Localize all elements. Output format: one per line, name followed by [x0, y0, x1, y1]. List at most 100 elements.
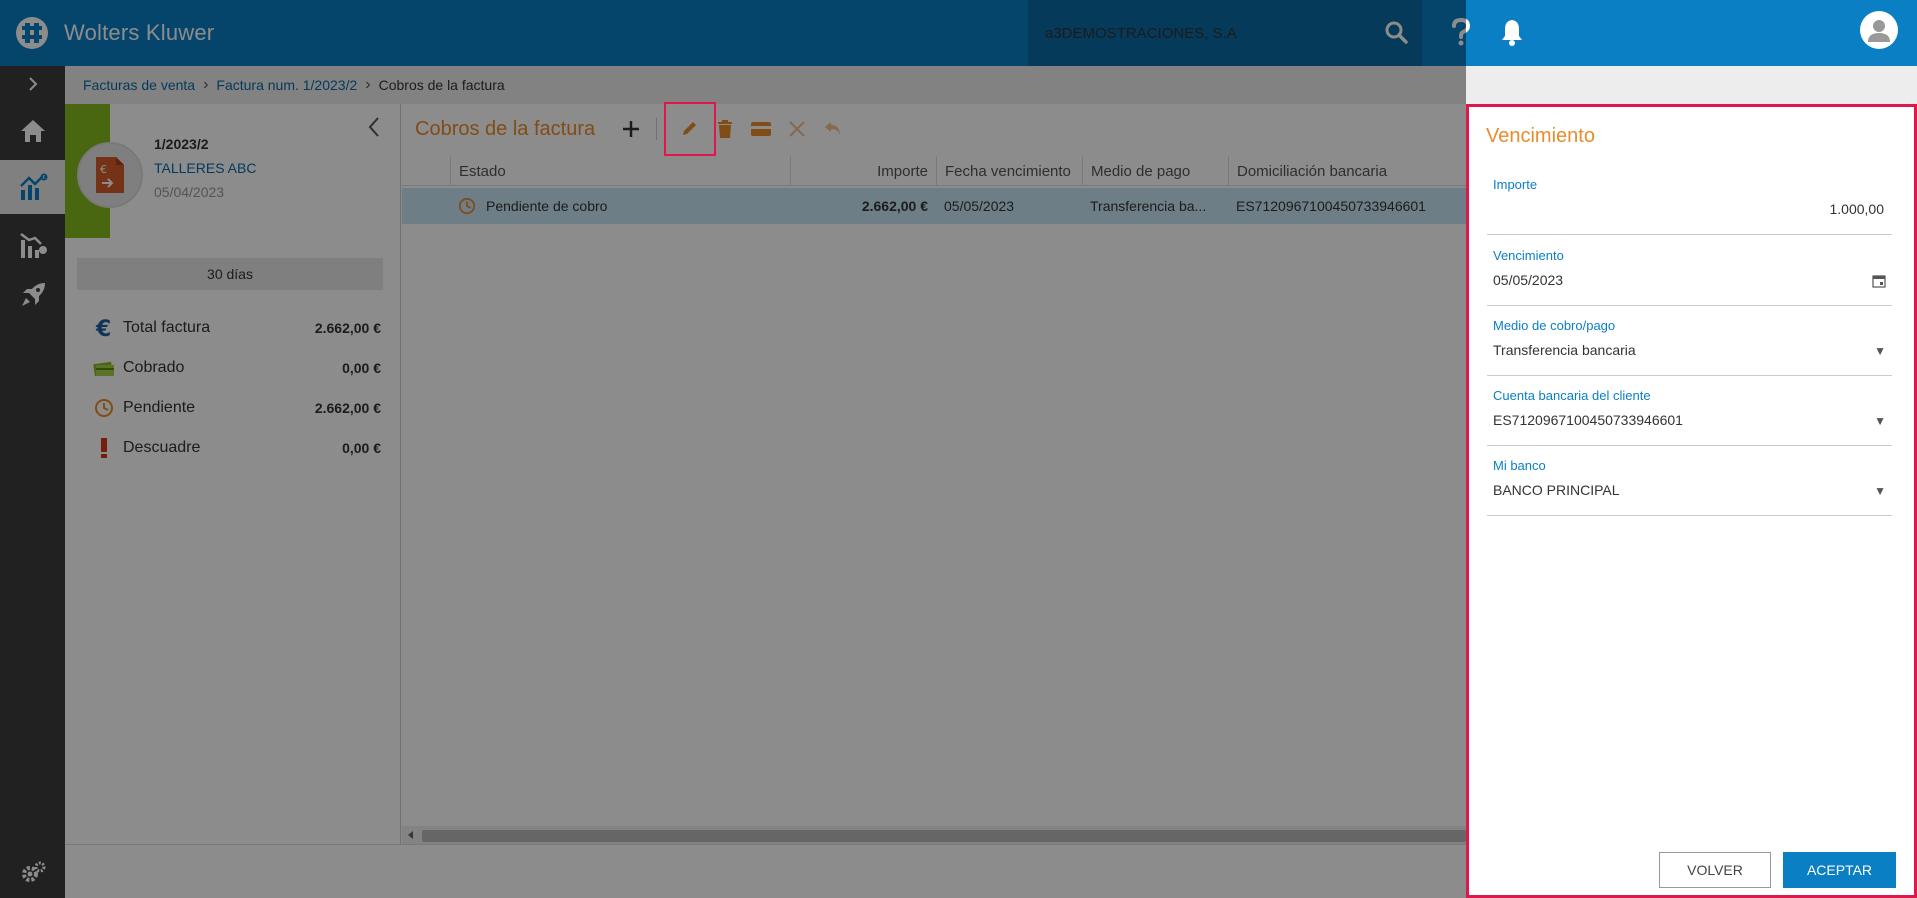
sidebar-item-home[interactable]: [0, 106, 65, 156]
summary-total: € Total factura 2.662,00 €: [93, 316, 381, 340]
exclamation-icon: [93, 437, 115, 459]
summary-pendiente: Pendiente 2.662,00 €: [93, 396, 381, 420]
notifications-bell-icon[interactable]: [1500, 18, 1524, 50]
collapse-panel-button[interactable]: [367, 116, 381, 142]
vencimiento-field[interactable]: Vencimiento 05/05/2023: [1487, 248, 1892, 306]
settings-gears-icon: [21, 861, 45, 882]
summary-descuadre: Descuadre 0,00 €: [93, 436, 381, 460]
sidebar-item-launch[interactable]: [0, 270, 65, 320]
cell-importe: 2.662,00 €: [861, 198, 928, 214]
cell-medio: Transferencia ba...: [1090, 198, 1207, 214]
mi-banco-label: Mi banco: [1493, 458, 1546, 473]
grid-header: Estado Importe Fecha vencimiento Medio d…: [402, 156, 1466, 186]
summary-value: 0,00 €: [342, 360, 381, 376]
svg-text:€: €: [100, 163, 107, 176]
remittance-button[interactable]: [746, 114, 776, 144]
breadcrumb-facturas-de-venta[interactable]: Facturas de venta: [83, 77, 195, 93]
sidebar-item-settings[interactable]: [0, 848, 65, 898]
volver-button[interactable]: VOLVER: [1659, 852, 1771, 888]
invoice-number: 1/2023/2: [154, 136, 209, 152]
due-date-panel: Vencimiento Importe 1.000,00 Vencimiento…: [1466, 104, 1917, 898]
scrollbar-thumb[interactable]: [422, 830, 1466, 842]
main-area: € 1/2023/2 TALLERES ABC 05/04/2023 30 dí…: [65, 104, 1466, 898]
chevron-right-icon: ›: [203, 76, 209, 93]
page-title: Cobros de la factura: [415, 118, 596, 140]
column-importe[interactable]: Importe: [790, 156, 936, 186]
edit-button-highlight: [664, 102, 716, 156]
payments-content: Cobros de la factura Estado Importe Fech…: [402, 104, 1466, 844]
scroll-left-icon[interactable]: [408, 831, 414, 839]
calendar-icon[interactable]: [1872, 274, 1886, 291]
company-selector[interactable]: a3DEMOSTRACIONES, S.A: [1028, 0, 1422, 66]
sales-chart-icon: €: [19, 173, 47, 200]
svg-text:€: €: [95, 317, 111, 339]
toolbar-divider: [656, 118, 657, 140]
summary-label: Pendiente: [123, 399, 196, 416]
breadcrumb-factura[interactable]: Factura num. 1/2023/2: [216, 77, 357, 93]
column-selector: [402, 156, 450, 186]
importe-input[interactable]: 1.000,00: [1487, 201, 1885, 217]
column-domiciliacion[interactable]: Domiciliación bancaria: [1228, 156, 1466, 186]
purchases-chart-icon: [19, 233, 47, 258]
importe-label: Importe: [1493, 177, 1538, 192]
app-logo[interactable]: [0, 0, 64, 66]
company-name: a3DEMOSTRACIONES, S.A: [1045, 24, 1237, 42]
cell-domiciliacion: ES7120967100450733946601: [1236, 198, 1426, 214]
add-button[interactable]: [616, 114, 646, 144]
card-icon: [751, 122, 771, 136]
aceptar-button[interactable]: ACEPTAR: [1783, 852, 1896, 888]
table-row[interactable]: Pendiente de cobro 2.662,00 € 05/05/2023…: [402, 188, 1466, 224]
user-avatar[interactable]: [1860, 11, 1898, 49]
home-icon: [20, 120, 45, 142]
invoice-client-link[interactable]: TALLERES ABC: [154, 160, 256, 176]
chevron-right-icon: ›: [365, 76, 371, 93]
medio-cobro-select[interactable]: Transferencia bancaria: [1493, 342, 1878, 358]
brand-name: Wolters Kluwer: [64, 20, 215, 45]
invoice-document-icon: €: [77, 142, 143, 208]
clock-icon: [93, 398, 115, 418]
medio-cobro-field[interactable]: Medio de cobro/pago Transferencia bancar…: [1487, 318, 1892, 376]
close-icon: [789, 121, 805, 137]
mi-banco-field[interactable]: Mi banco BANCO PRINCIPAL ▼: [1487, 458, 1892, 516]
cell-estado: Pendiente de cobro: [486, 198, 608, 214]
search-icon[interactable]: [1384, 20, 1408, 48]
cuenta-bancaria-select[interactable]: ES7120967100450733946601: [1493, 412, 1878, 428]
expand-sidebar-button[interactable]: [0, 66, 65, 102]
trash-icon: [718, 120, 732, 138]
cancel-button[interactable]: [782, 114, 812, 144]
column-estado[interactable]: Estado: [450, 156, 790, 186]
column-fecha-vencimiento[interactable]: Fecha vencimiento: [936, 156, 1082, 186]
chevron-left-icon: [368, 117, 379, 137]
dropdown-arrow-icon[interactable]: ▼: [1874, 484, 1886, 498]
invoice-date: 05/04/2023: [154, 184, 225, 200]
dropdown-arrow-icon[interactable]: ▼: [1874, 344, 1886, 358]
plus-icon: [623, 121, 639, 137]
vencimiento-label: Vencimiento: [1493, 248, 1564, 263]
summary-value: 2.662,00 €: [314, 320, 381, 336]
mi-banco-select[interactable]: BANCO PRINCIPAL: [1493, 482, 1878, 498]
sidebar-item-purchases[interactable]: [0, 220, 65, 270]
summary-value: 2.662,00 €: [314, 400, 381, 416]
cuenta-bancaria-field[interactable]: Cuenta bancaria del cliente ES7120967100…: [1487, 388, 1892, 446]
chevron-right-icon: [28, 77, 37, 91]
breadcrumb-current: Cobros de la factura: [378, 77, 505, 93]
summary-label: Descuadre: [123, 439, 201, 456]
medio-cobro-label: Medio de cobro/pago: [1493, 318, 1616, 333]
summary-cobrado: Cobrado 0,00 €: [93, 356, 381, 380]
dropdown-arrow-icon[interactable]: ▼: [1874, 414, 1886, 428]
vencimiento-input[interactable]: 05/05/2023: [1493, 272, 1878, 288]
top-bar: Wolters Kluwer: [0, 0, 1917, 66]
undo-icon: [825, 122, 840, 136]
breadcrumb: Facturas de venta › Factura num. 1/2023/…: [65, 66, 1917, 104]
wolters-kluwer-logo-icon: [16, 17, 48, 49]
undo-button[interactable]: [818, 114, 848, 144]
importe-field[interactable]: Importe 1.000,00: [1487, 177, 1892, 235]
horizontal-scrollbar[interactable]: [402, 826, 1466, 844]
rocket-icon: [21, 283, 45, 306]
summary-value: 0,00 €: [342, 440, 381, 456]
help-icon[interactable]: [1451, 17, 1471, 50]
sidebar: €: [0, 66, 65, 898]
sidebar-item-sales[interactable]: €: [0, 160, 65, 214]
euro-icon: €: [93, 317, 115, 339]
column-medio-de-pago[interactable]: Medio de pago: [1082, 156, 1228, 186]
